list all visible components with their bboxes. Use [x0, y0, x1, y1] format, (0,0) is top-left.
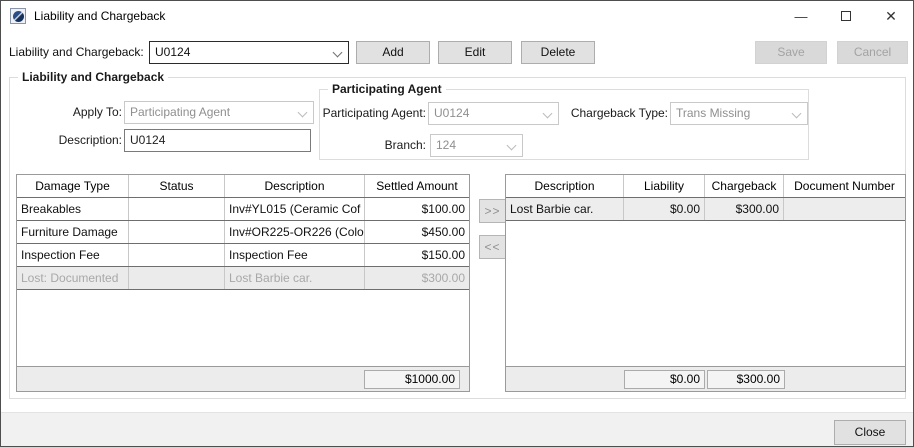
description-cell: Lost Barbie car.	[506, 198, 624, 220]
settled-amount-cell: $150.00	[365, 244, 469, 266]
move-left-button[interactable]: <<	[479, 235, 506, 259]
chargeback-type-label: Chargeback Type:	[566, 102, 668, 125]
liability-chargeback-dialog: Liability and Chargeback — ✕ Liability a…	[0, 0, 914, 447]
apply-to-value: Participating Agent	[130, 105, 230, 119]
table-row[interactable]: Furniture Damage Inv#OR225-OR226 (Colo $…	[17, 221, 469, 244]
chargeback-table-totals: $0.00 $300.00	[506, 366, 905, 391]
table-row-selected[interactable]: Lost Barbie car. $0.00 $300.00	[506, 198, 905, 221]
column-header: Status	[129, 175, 225, 197]
liability-chargeback-label: Liability and Chargeback:	[9, 41, 144, 64]
status-cell	[129, 198, 225, 220]
settled-amount-total: $1000.00	[364, 370, 460, 389]
damage-type-cell: Lost: Documented	[17, 267, 129, 289]
chevron-down-icon	[507, 141, 517, 151]
minimize-icon: —	[795, 9, 808, 24]
damage-type-cell: Breakables	[17, 198, 129, 220]
close-button[interactable]: Close	[834, 420, 906, 445]
chevron-down-icon	[333, 48, 343, 58]
globe-icon	[13, 11, 24, 22]
apply-to-select[interactable]: Participating Agent	[124, 101, 314, 124]
table-row-disabled[interactable]: Lost: Documented Lost Barbie car. $300.0…	[17, 267, 469, 290]
close-icon: ✕	[885, 8, 897, 25]
liability-chargeback-select[interactable]: U0124	[149, 41, 349, 64]
damage-type-cell: Inspection Fee	[17, 244, 129, 266]
chargeback-table-header: Description Liability Chargeback Documen…	[506, 175, 905, 198]
liability-chargeback-select-value: U0124	[155, 45, 190, 59]
description-label: Description:	[22, 129, 122, 152]
description-cell: Inspection Fee	[225, 244, 365, 266]
column-header: Liability	[624, 175, 705, 197]
settled-amount-cell: $450.00	[365, 221, 469, 243]
cancel-button[interactable]: Cancel	[837, 41, 908, 64]
damage-table-totals: $1000.00	[17, 366, 469, 391]
footer-bar: Close	[1, 412, 913, 447]
minimize-button[interactable]: —	[783, 1, 819, 31]
liability-chargeback-group: Liability and Chargeback Apply To: Parti…	[9, 77, 906, 399]
move-right-button[interactable]: >>	[479, 199, 506, 223]
status-cell	[129, 267, 225, 289]
description-cell: Lost Barbie car.	[225, 267, 365, 289]
participating-agent-group: Participating Agent Participating Agent:…	[319, 89, 809, 160]
maximize-button[interactable]	[828, 1, 864, 31]
participating-agent-label: Participating Agent:	[322, 102, 426, 125]
damage-type-cell: Furniture Damage	[17, 221, 129, 243]
description-cell: Inv#YL015 (Ceramic Cof	[225, 198, 365, 220]
branch-select[interactable]: 124	[430, 134, 523, 157]
description-cell: Inv#OR225-OR226 (Colo	[225, 221, 365, 243]
column-header: Chargeback	[705, 175, 784, 197]
chargeback-type-select[interactable]: Trans Missing	[670, 102, 808, 125]
title-bar: Liability and Chargeback — ✕	[1, 1, 913, 31]
branch-label: Branch:	[324, 134, 426, 157]
description-field[interactable]: U0124	[124, 129, 311, 152]
chevron-down-icon	[298, 108, 308, 118]
table-row[interactable]: Inspection Fee Inspection Fee $150.00	[17, 244, 469, 267]
edit-button[interactable]: Edit	[438, 41, 512, 64]
document-number-cell	[784, 198, 905, 220]
group-title: Liability and Chargeback	[18, 70, 168, 84]
add-button[interactable]: Add	[356, 41, 430, 64]
column-header: Damage Type	[17, 175, 129, 197]
chargeback-cell: $300.00	[705, 198, 784, 220]
damage-items-table: Damage Type Status Description Settled A…	[16, 174, 470, 392]
column-header: Document Number	[784, 175, 905, 197]
window-title: Liability and Chargeback	[34, 9, 165, 23]
close-window-button[interactable]: ✕	[873, 1, 909, 31]
chargeback-type-value: Trans Missing	[676, 106, 750, 120]
participating-agent-select[interactable]: U0124	[428, 102, 559, 125]
liability-cell: $0.00	[624, 198, 705, 220]
settled-amount-cell: $100.00	[365, 198, 469, 220]
table-empty-area	[17, 290, 469, 366]
column-header: Description	[225, 175, 365, 197]
chevron-down-icon	[792, 109, 802, 119]
column-header: Settled Amount	[365, 175, 469, 197]
agent-group-title: Participating Agent	[328, 82, 446, 96]
column-header: Description	[506, 175, 624, 197]
status-cell	[129, 244, 225, 266]
branch-value: 124	[436, 138, 456, 152]
participating-agent-value: U0124	[434, 106, 469, 120]
apply-to-label: Apply To:	[22, 101, 122, 124]
damage-table-header: Damage Type Status Description Settled A…	[17, 175, 469, 198]
status-cell	[129, 221, 225, 243]
save-button[interactable]: Save	[755, 41, 827, 64]
chargeback-total: $300.00	[707, 370, 785, 389]
chargeback-items-table: Description Liability Chargeback Documen…	[505, 174, 906, 392]
liability-total: $0.00	[624, 370, 705, 389]
table-empty-area	[506, 221, 905, 366]
maximize-icon	[841, 11, 851, 21]
table-row[interactable]: Breakables Inv#YL015 (Ceramic Cof $100.0…	[17, 198, 469, 221]
settled-amount-cell: $300.00	[365, 267, 469, 289]
app-icon	[10, 8, 26, 24]
delete-button[interactable]: Delete	[521, 41, 595, 64]
chevron-down-icon	[543, 109, 553, 119]
